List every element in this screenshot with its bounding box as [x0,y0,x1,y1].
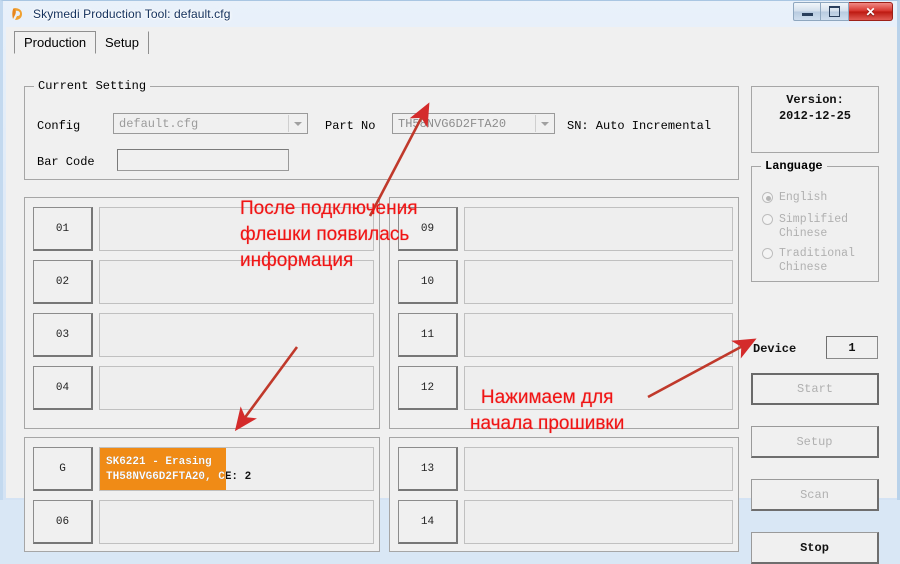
slot-id[interactable]: 10 [398,260,458,304]
bar-code-label: Bar Code [37,155,95,169]
device-label: Device [753,342,797,356]
application-window: Skymedi Production Tool: default.cfg ✕ P… [0,0,900,564]
stop-button[interactable]: Stop [751,532,879,564]
start-button[interactable]: Start [751,373,879,405]
radio-dot-icon [762,248,773,259]
client-area: Production Setup Current Setting Config … [6,27,897,564]
slot-id[interactable]: 13 [398,447,458,491]
language-group: Language English Simplified Chinese Trad… [751,159,879,282]
slot-status-text-overlay: SK6221 - ErasingTH58NVG6D2FTA20, CE: 2 [106,456,226,483]
slot-id[interactable]: 03 [33,313,93,357]
slot-status-bar [99,366,374,410]
slot-id[interactable]: 11 [398,313,458,357]
tab-strip: Production Setup [6,31,897,56]
part-no-value: TH58NVG6D2FTA20 [398,117,507,131]
slot-status-bar [464,447,733,491]
radio-simplified-chinese[interactable]: Simplified Chinese [762,213,848,241]
tab-setup[interactable]: Setup [96,31,149,54]
radio-label: Traditional Chinese [779,247,855,274]
radio-english[interactable]: English [762,191,827,205]
radio-dot-icon [762,214,773,225]
slot-id[interactable]: G [33,447,93,491]
device-count-input[interactable]: 1 [826,336,878,359]
slot-id[interactable]: 12 [398,366,458,410]
version-box: Version: 2012-12-25 [751,86,879,153]
radio-dot-icon [762,192,773,203]
bar-code-input[interactable] [117,149,289,171]
slot-panel-left-bottom: G SK6221 - Erasing TH58NVG6D2FTA20, CE: 2… [24,437,380,552]
version-label: Version: [786,93,844,107]
close-button[interactable]: ✕ [849,2,893,21]
slot-status-bar [464,313,733,357]
slot-id[interactable]: 06 [33,500,93,544]
serial-number-mode-label: SN: Auto Incremental [567,119,712,133]
scan-button[interactable]: Scan [751,479,879,511]
version-value: 2012-12-25 [778,109,851,123]
config-combobox[interactable]: default.cfg [113,113,308,134]
slot-status-bar [99,207,374,251]
slot-status-bar [464,500,733,544]
language-label: Language [761,159,827,173]
slot-status-bar [99,313,374,357]
tab-production[interactable]: Production [14,31,97,54]
slot-id[interactable]: 09 [398,207,458,251]
slot-id[interactable]: 02 [33,260,93,304]
config-value: default.cfg [119,117,199,131]
production-page: Current Setting Config default.cfg Part … [6,55,897,564]
slot-status-bar [464,207,733,251]
slot-panel-right-bottom: 13 14 [389,437,739,552]
slot-status-bar [464,260,733,304]
slot-panel-left-top: 01 02 03 04 [24,197,380,429]
slot-status-bar [464,366,733,410]
slot-id[interactable]: 01 [33,207,93,251]
slot-id[interactable]: 14 [398,500,458,544]
maximize-button[interactable] [821,2,849,21]
setup-button[interactable]: Setup [751,426,879,458]
caption-buttons: ✕ [793,2,893,21]
chevron-down-icon[interactable] [535,115,553,132]
part-no-combobox[interactable]: TH58NVG6D2FTA20 [392,113,555,134]
radio-traditional-chinese[interactable]: Traditional Chinese [762,247,855,275]
radio-label: Simplified Chinese [779,213,849,240]
slot-panel-right-top: 09 10 11 12 [389,197,739,429]
config-label: Config [37,119,81,133]
part-no-label: Part No [325,119,376,133]
current-setting-label: Current Setting [34,79,151,93]
slot-status-bar: SK6221 - Erasing TH58NVG6D2FTA20, CE: 2 S… [99,447,374,491]
app-icon [10,6,26,22]
radio-label: English [779,191,828,204]
slot-status-bar [99,260,374,304]
slot-status-bar [99,500,374,544]
slot-id[interactable]: 04 [33,366,93,410]
current-setting-group: Current Setting Config default.cfg Part … [24,79,739,180]
window-title: Skymedi Production Tool: default.cfg [33,7,231,21]
title-bar[interactable]: Skymedi Production Tool: default.cfg ✕ [3,1,897,27]
chevron-down-icon[interactable] [288,115,306,132]
minimize-button[interactable] [793,2,821,21]
slot-progress-text-clip: SK6221 - ErasingTH58NVG6D2FTA20, CE: 2 [100,448,226,490]
